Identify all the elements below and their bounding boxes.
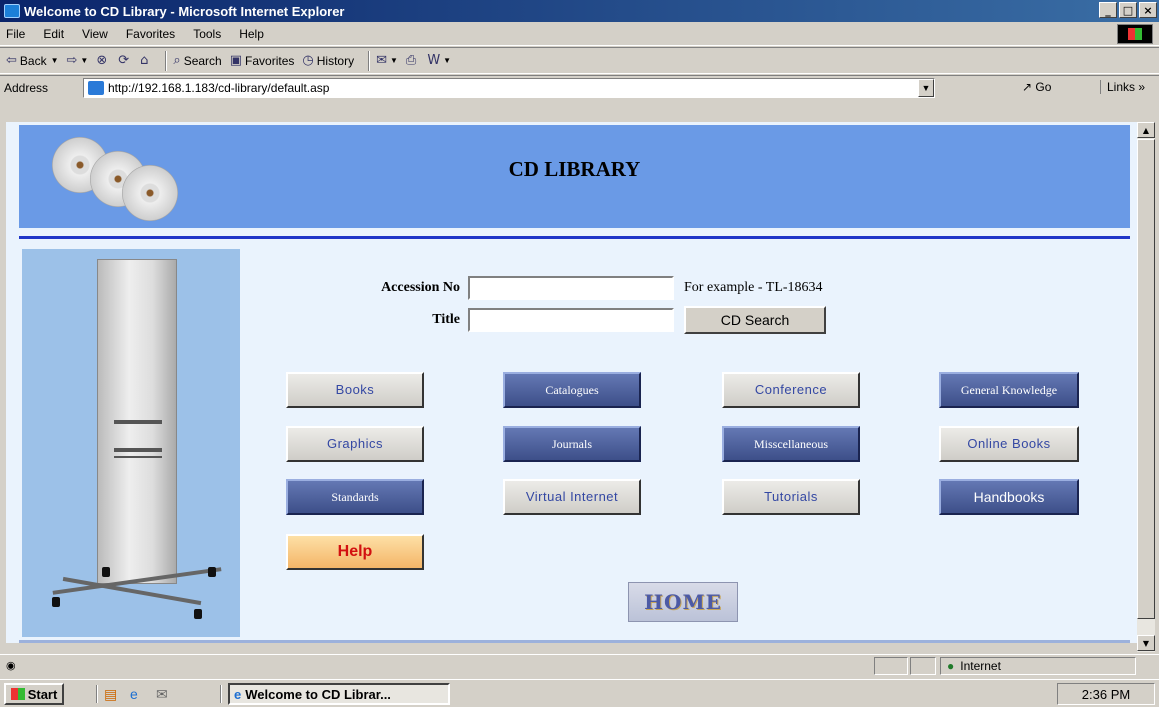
toolbar-separator: [165, 50, 168, 71]
minimize-button[interactable]: _: [1099, 2, 1117, 18]
go-button[interactable]: ↗ Go: [1022, 80, 1051, 94]
maximize-button[interactable]: □: [1119, 2, 1137, 18]
search-button[interactable]: ⌕ Search: [173, 53, 221, 68]
back-arrow-icon: ⇦: [6, 53, 17, 68]
refresh-button[interactable]: ⟳: [118, 53, 132, 68]
category-graphics-button[interactable]: Graphics: [286, 426, 424, 462]
example-hint: For example - TL-18634: [684, 280, 823, 295]
category-general-knowledge-button[interactable]: General Knowledge: [939, 372, 1079, 408]
menu-help[interactable]: Help: [239, 27, 264, 41]
go-arrow-icon: ↗: [1022, 80, 1033, 94]
help-button[interactable]: Help: [286, 534, 424, 570]
title-label: Title: [432, 312, 460, 327]
home-toolbar-button[interactable]: ⌂: [140, 53, 151, 68]
history-icon: ◷: [302, 53, 314, 68]
category-handbooks-button[interactable]: Handbooks: [939, 479, 1079, 515]
footer-divider: [19, 640, 1130, 643]
search-icon: ⌕: [173, 53, 181, 68]
refresh-icon: ⟳: [118, 53, 130, 68]
close-button[interactable]: ×: [1139, 2, 1157, 18]
back-button[interactable]: ⇦ Back ▼: [6, 53, 59, 68]
menu-tools[interactable]: Tools: [193, 27, 221, 41]
start-button[interactable]: Start: [4, 683, 64, 705]
cd-tower-body: [97, 259, 177, 584]
accession-label: Accession No: [381, 280, 460, 295]
header-divider: [19, 236, 1130, 239]
ie-icon: e: [234, 686, 242, 702]
stop-icon: ⊗: [96, 53, 108, 68]
accession-input[interactable]: [468, 276, 674, 300]
address-url: http://192.168.1.183/cd-library/default.…: [108, 81, 330, 95]
home-icon: ⌂: [140, 53, 149, 68]
window-title-bar: Welcome to CD Library - Microsoft Intern…: [0, 0, 1159, 22]
status-bar: ◉ ● Internet: [0, 654, 1159, 676]
address-dropdown-icon[interactable]: ▼: [918, 79, 934, 97]
scroll-down-icon[interactable]: ▼: [1137, 635, 1155, 651]
chevron-right-icon: »: [1138, 80, 1146, 94]
address-label: Address: [4, 80, 49, 95]
window-title: Welcome to CD Library - Microsoft Intern…: [24, 3, 345, 19]
mail-dropdown-icon: ▼: [389, 56, 398, 65]
cd-tower-image: [22, 249, 240, 637]
windows-logo-icon: [1117, 24, 1153, 44]
toolbar-separator: [368, 50, 371, 71]
title-input[interactable]: [468, 308, 674, 332]
mail-icon: ✉: [376, 53, 387, 68]
page-viewport: CD LIBRARY Accession No For example - TL…: [6, 122, 1137, 643]
page-title: CD LIBRARY: [508, 157, 641, 181]
address-input[interactable]: http://192.168.1.183/cd-library/default.…: [83, 78, 935, 98]
address-bar: Address http://192.168.1.183/cd-library/…: [0, 75, 1159, 99]
vertical-scrollbar[interactable]: ▲ ▼: [1137, 122, 1155, 652]
scroll-thumb[interactable]: [1137, 139, 1155, 619]
status-page-icon: ◉: [6, 660, 16, 672]
taskbar-window-button[interactable]: e Welcome to CD Librar...: [228, 683, 450, 705]
forward-button[interactable]: ⇨ ▼: [67, 53, 89, 68]
category-journals-button[interactable]: Journals: [503, 426, 641, 462]
menu-file[interactable]: File: [6, 27, 25, 41]
page-icon: [88, 81, 104, 95]
favorites-icon: ▣: [229, 53, 243, 68]
menu-view[interactable]: View: [82, 27, 108, 41]
category-conference-button[interactable]: Conference: [722, 372, 860, 408]
internet-explorer-icon[interactable]: e: [130, 686, 146, 702]
cd-search-button[interactable]: CD Search: [684, 306, 826, 334]
edit-word-button[interactable]: W ▼: [427, 53, 451, 68]
back-dropdown-icon: ▼: [50, 56, 59, 65]
menu-favorites[interactable]: Favorites: [126, 27, 175, 41]
forward-dropdown-icon: ▼: [80, 56, 89, 65]
standard-toolbar: ⇦ Back ▼ ⇨ ▼ ⊗ ⟳ ⌂ ⌕ Search ▣ Favorites …: [0, 47, 1159, 74]
print-button[interactable]: ⎙: [406, 53, 419, 68]
menu-edit[interactable]: Edit: [43, 27, 64, 41]
windows-flag-icon: [10, 688, 25, 700]
print-icon: ⎙: [405, 53, 417, 68]
history-button[interactable]: ◷ History: [302, 53, 354, 68]
scroll-up-icon[interactable]: ▲: [1137, 122, 1155, 138]
taskbar: Start ▤ e ✉ e Welcome to CD Librar... 2:…: [0, 679, 1159, 707]
ie-icon: [4, 4, 20, 18]
header-banner: CD LIBRARY: [19, 125, 1130, 228]
forward-arrow-icon: ⇨: [66, 53, 78, 68]
category-miscellaneous-button[interactable]: Misscellaneous: [722, 426, 860, 462]
category-tutorials-button[interactable]: Tutorials: [722, 479, 860, 515]
edit-dropdown-icon: ▼: [443, 56, 452, 65]
category-online-books-button[interactable]: Online Books: [939, 426, 1079, 462]
globe-icon: ●: [947, 659, 955, 673]
category-virtual-internet-button[interactable]: Virtual Internet: [503, 479, 641, 515]
word-icon: W: [427, 53, 441, 68]
menu-bar: File Edit View Favorites Tools Help: [0, 22, 1159, 46]
stop-button[interactable]: ⊗: [96, 53, 110, 68]
show-desktop-icon[interactable]: ▤: [104, 686, 120, 702]
outlook-express-icon[interactable]: ✉: [156, 686, 172, 702]
category-books-button[interactable]: Books: [286, 372, 424, 408]
mail-button[interactable]: ✉ ▼: [376, 53, 398, 68]
favorites-button[interactable]: ▣ Favorites: [230, 53, 295, 68]
links-button[interactable]: Links »: [1100, 80, 1145, 94]
system-tray-clock: 2:36 PM: [1057, 683, 1155, 705]
home-button[interactable]: HOME: [628, 582, 738, 622]
security-zone: ● Internet: [940, 657, 1136, 675]
category-catalogues-button[interactable]: Catalogues: [503, 372, 641, 408]
category-standards-button[interactable]: Standards: [286, 479, 424, 515]
